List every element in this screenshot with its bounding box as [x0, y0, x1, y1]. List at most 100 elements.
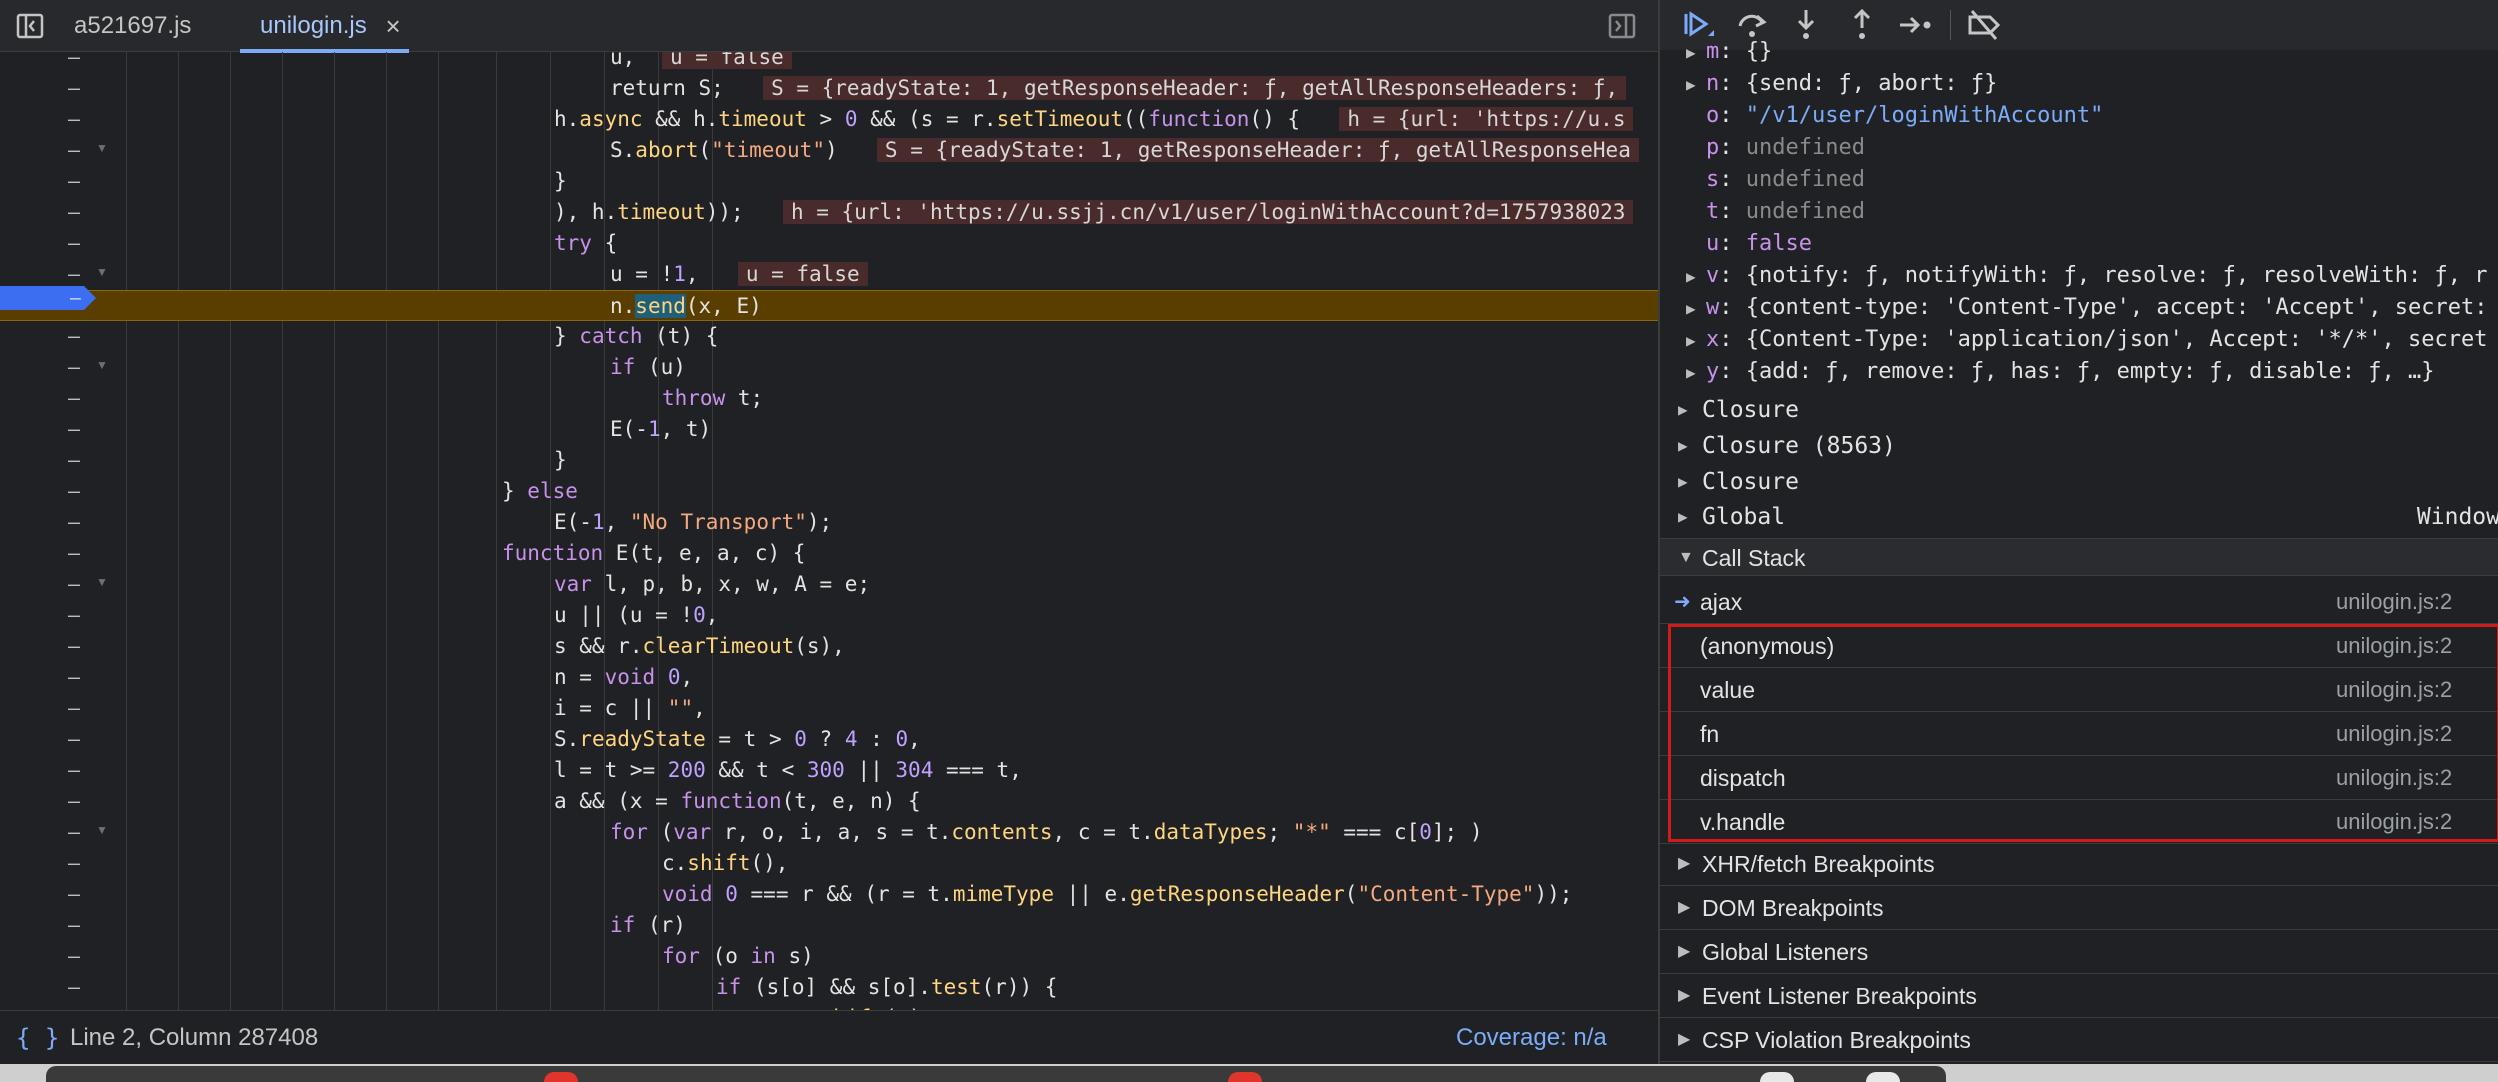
breakpoint-section[interactable]: ▶ DOM Breakpoints	[1660, 886, 2498, 930]
code-line[interactable]: – S.readyState = t > 0 ? 4 : 0,	[0, 724, 1658, 755]
step-out-icon[interactable]	[1844, 8, 1880, 42]
breakpoint-marker-icon[interactable]: –	[0, 286, 96, 310]
scope-variable-n[interactable]: ▶ n: {send: ƒ, abort: ƒ}	[1686, 68, 1997, 100]
line-gutter-mark[interactable]: –	[68, 724, 80, 755]
code-line[interactable]: – throw t;	[0, 383, 1658, 414]
toggle-navigator-icon[interactable]	[16, 12, 44, 40]
code-line[interactable]: – ▼ if (u)	[0, 352, 1658, 383]
breakpoint-section[interactable]: ▶ Event Listener Breakpoints	[1660, 974, 2498, 1018]
code-line[interactable]: – void 0 === r && (r = t.mimeType || e.ge…	[0, 879, 1658, 910]
line-gutter-mark[interactable]: –	[68, 538, 80, 569]
call-stack-header[interactable]: ▼ Call Stack	[1660, 538, 2498, 576]
line-gutter-mark[interactable]: –	[68, 507, 80, 538]
dock-app-icon[interactable]	[544, 1072, 578, 1082]
line-gutter-mark[interactable]: –	[68, 941, 80, 972]
code-line[interactable]: – return S; S = {readyState: 1, getRespon…	[0, 73, 1658, 104]
code-line[interactable]: –}	[0, 166, 1658, 197]
code-line[interactable]: –} catch (t) {	[0, 321, 1658, 352]
frame-location[interactable]: unilogin.js:2	[2336, 580, 2452, 624]
scope-variable-t[interactable]: t: undefined	[1706, 196, 1865, 228]
line-gutter-mark[interactable]: –	[68, 631, 80, 662]
code-line[interactable]: – E(-1, "No Transport");	[0, 507, 1658, 538]
fold-arrow-icon[interactable]: ▼	[96, 575, 108, 589]
scope-variable-o[interactable]: o: "/v1/user/loginWithAccount"	[1706, 100, 2103, 132]
line-gutter-mark[interactable]: –	[68, 228, 80, 259]
line-gutter-mark[interactable]: –	[68, 352, 80, 383]
code-line[interactable]: – a && (x = function(t, e, n) {	[0, 786, 1658, 817]
code-line[interactable]: – s && r.clearTimeout(s),	[0, 631, 1658, 662]
line-gutter-mark[interactable]: –	[68, 73, 80, 104]
code-line[interactable]: – if (s[o] && s[o].test(r)) {	[0, 972, 1658, 1003]
scope-variable-u[interactable]: u: false	[1706, 228, 1812, 260]
code-line[interactable]: – ▼ S.abort("timeout") S = {readyState: 1,…	[0, 135, 1658, 166]
line-gutter-mark[interactable]: –	[68, 662, 80, 693]
scope-section-closure[interactable]: ▶ Closure	[1660, 464, 2498, 500]
line-gutter-mark[interactable]: –	[68, 383, 80, 414]
tab-a521697-js[interactable]: a521697.js	[74, 0, 191, 52]
scope-variable-w[interactable]: ▶ w: {content-type: 'Content-Type', accep…	[1686, 292, 2487, 324]
fold-arrow-icon[interactable]: ▼	[96, 141, 108, 155]
fold-arrow-icon[interactable]: ▼	[96, 265, 108, 279]
line-gutter-mark[interactable]: –	[68, 817, 80, 848]
line-gutter-mark[interactable]: –	[68, 445, 80, 476]
scope-variable-m[interactable]: ▶ m: {}	[1686, 36, 1772, 68]
line-gutter-mark[interactable]: –	[68, 104, 80, 135]
code-line[interactable]: –}	[0, 445, 1658, 476]
toggle-debugger-sidebar-icon[interactable]	[1608, 12, 1636, 40]
breakpoint-section[interactable]: ▶ XHR/fetch Breakpoints	[1660, 842, 2498, 886]
line-gutter-mark[interactable]: –	[68, 414, 80, 445]
code-line[interactable]: – if (r)	[0, 910, 1658, 941]
line-gutter-mark[interactable]: –	[68, 755, 80, 786]
dock-app-icon[interactable]	[1866, 1072, 1900, 1082]
code-area[interactable]: – u, u = false – return S; S = {readyState:…	[0, 52, 1658, 1010]
scope-section-closure-8563-[interactable]: ▶ Closure (8563)	[1660, 428, 2498, 464]
code-line[interactable]: – E(-1, t)	[0, 414, 1658, 445]
breakpoint-section[interactable]: ▶ Global Listeners	[1660, 930, 2498, 974]
line-gutter-mark[interactable]: –	[68, 786, 80, 817]
line-gutter-mark[interactable]: –	[68, 321, 80, 352]
scope-variable-y[interactable]: ▶ y: {add: ƒ, remove: ƒ, has: ƒ, empty: ƒ…	[1686, 356, 2435, 388]
line-gutter-mark[interactable]: –	[68, 135, 80, 166]
code-line[interactable]: –▼c.unshift(o);	[0, 1003, 1658, 1010]
line-gutter-mark[interactable]: –	[68, 52, 80, 73]
deactivate-breakpoints-icon[interactable]	[1966, 8, 2002, 42]
scope-section-global[interactable]: ▶ Global Window	[1660, 499, 2498, 535]
dock-app-icon[interactable]	[1228, 1072, 1262, 1082]
line-gutter-mark[interactable]: –	[68, 693, 80, 724]
scope-section-closure[interactable]: ▶ Closure	[1660, 392, 2498, 428]
line-gutter-mark[interactable]: –	[68, 166, 80, 197]
code-line[interactable]: – ▼ for (var r, o, i, a, s = t.contents, c…	[0, 817, 1658, 848]
line-gutter-mark[interactable]: –	[68, 848, 80, 879]
line-gutter-mark[interactable]: –	[68, 197, 80, 228]
scope-variable-p[interactable]: p: undefined	[1706, 132, 1865, 164]
code-line[interactable]: – l = t >= 200 && t < 300 || 304 === t,	[0, 755, 1658, 786]
line-gutter-mark[interactable]: –	[68, 879, 80, 910]
code-line[interactable]: – u, u = false	[0, 52, 1658, 73]
code-line[interactable]: – i = c || "",	[0, 693, 1658, 724]
code-line[interactable]: – h.async && h.timeout > 0 && (s = r.setT…	[0, 104, 1658, 135]
line-gutter-mark[interactable]: –	[68, 910, 80, 941]
line-gutter-mark[interactable]: –	[68, 1003, 80, 1010]
scope-variable-x[interactable]: ▶ x: {Content-Type: 'application/json', A…	[1686, 324, 2487, 356]
line-gutter-mark[interactable]: –	[68, 972, 80, 1003]
fold-arrow-icon[interactable]: ▼	[96, 358, 108, 372]
code-line[interactable]: – n = void 0,	[0, 662, 1658, 693]
scope-variable-v[interactable]: ▶ v: {notify: ƒ, notifyWith: ƒ, resolve: …	[1686, 260, 2487, 292]
code-line[interactable]: – try {	[0, 228, 1658, 259]
code-line[interactable]: – ▼ var l, p, b, x, w, A = e;	[0, 569, 1658, 600]
line-gutter-mark[interactable]: –	[68, 476, 80, 507]
step-icon[interactable]	[1898, 8, 1934, 42]
line-gutter-mark[interactable]: –	[68, 600, 80, 631]
code-line[interactable]: –} else	[0, 476, 1658, 507]
code-line[interactable]: – function E(t, e, a, c) {	[0, 538, 1658, 569]
tab-unilogin-js[interactable]: unilogin.js ×	[240, 0, 409, 53]
coverage-status[interactable]: Coverage: n/a	[1456, 1011, 1607, 1065]
fold-arrow-icon[interactable]: ▼	[96, 823, 108, 837]
code-line[interactable]: – c.shift(),	[0, 848, 1658, 879]
breakpoint-section[interactable]: ▶ CSP Violation Breakpoints	[1660, 1018, 2498, 1062]
code-line[interactable]: –), h.timeout)); h = {url: 'https://u.ss…	[0, 197, 1658, 228]
code-line[interactable]: – u || (u = !0,	[0, 600, 1658, 631]
dock-app-icon[interactable]	[1760, 1072, 1794, 1082]
code-line[interactable]: – ▼ u = !1, u = false	[0, 259, 1658, 290]
paused-code-line[interactable]: – n.send(x, E)	[0, 290, 1658, 321]
